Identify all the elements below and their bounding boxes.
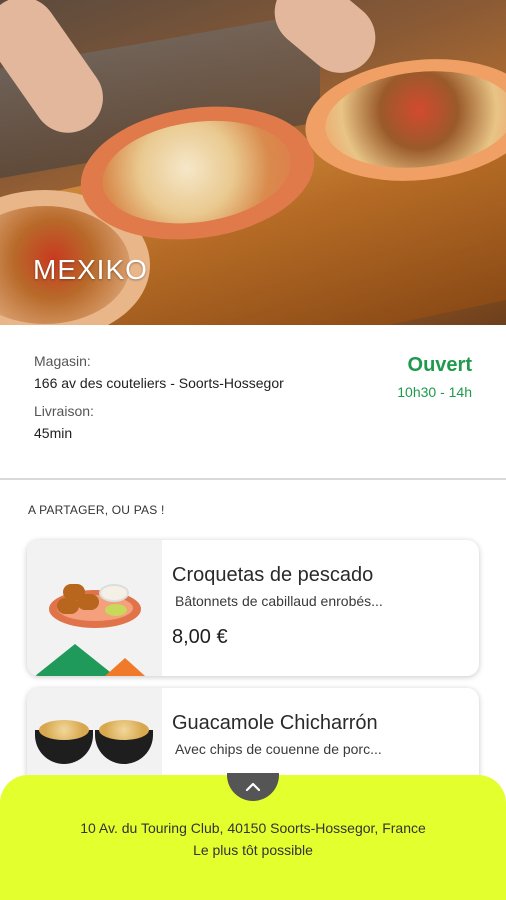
menu-item-name: Guacamole Chicharrón (172, 712, 378, 734)
hero-banner: MEXIKO (0, 0, 506, 325)
delivery-address: 10 Av. du Touring Club, 40150 Soorts-Hos… (80, 820, 426, 836)
menu-item-description: Bâtonnets de cabillaud enrobés... (175, 593, 383, 609)
menu-item-price: 8,00 € (172, 626, 228, 648)
delivery-label: Livraison: (34, 403, 94, 419)
menu-section-title: A PARTAGER, OU PAS ! (28, 503, 165, 517)
store-info-panel: Magasin: 166 av des couteliers - Soorts-… (0, 325, 506, 480)
delivery-timing: Le plus tôt possible (193, 842, 313, 858)
menu-item-name: Croquetas de pescado (172, 564, 374, 586)
menu-item-image (27, 540, 162, 676)
store-label: Magasin: (34, 353, 91, 369)
sheet-expand-handle[interactable] (227, 773, 279, 801)
delivery-time: 45min (34, 425, 73, 441)
chevron-up-icon (245, 779, 261, 795)
store-address: 166 av des couteliers - Soorts-Hossegor (34, 375, 284, 391)
opening-hours: 10h30 - 14h (397, 384, 472, 400)
menu-item-card[interactable]: Croquetas de pescado Bâtonnets de cabill… (27, 540, 479, 676)
menu-item-description: Avec chips de couenne de porc... (175, 741, 382, 757)
open-status: Ouvert (407, 354, 472, 376)
restaurant-name: MEXIKO (33, 254, 148, 285)
delivery-bottom-sheet[interactable]: 10 Av. du Touring Club, 40150 Soorts-Hos… (0, 773, 506, 900)
